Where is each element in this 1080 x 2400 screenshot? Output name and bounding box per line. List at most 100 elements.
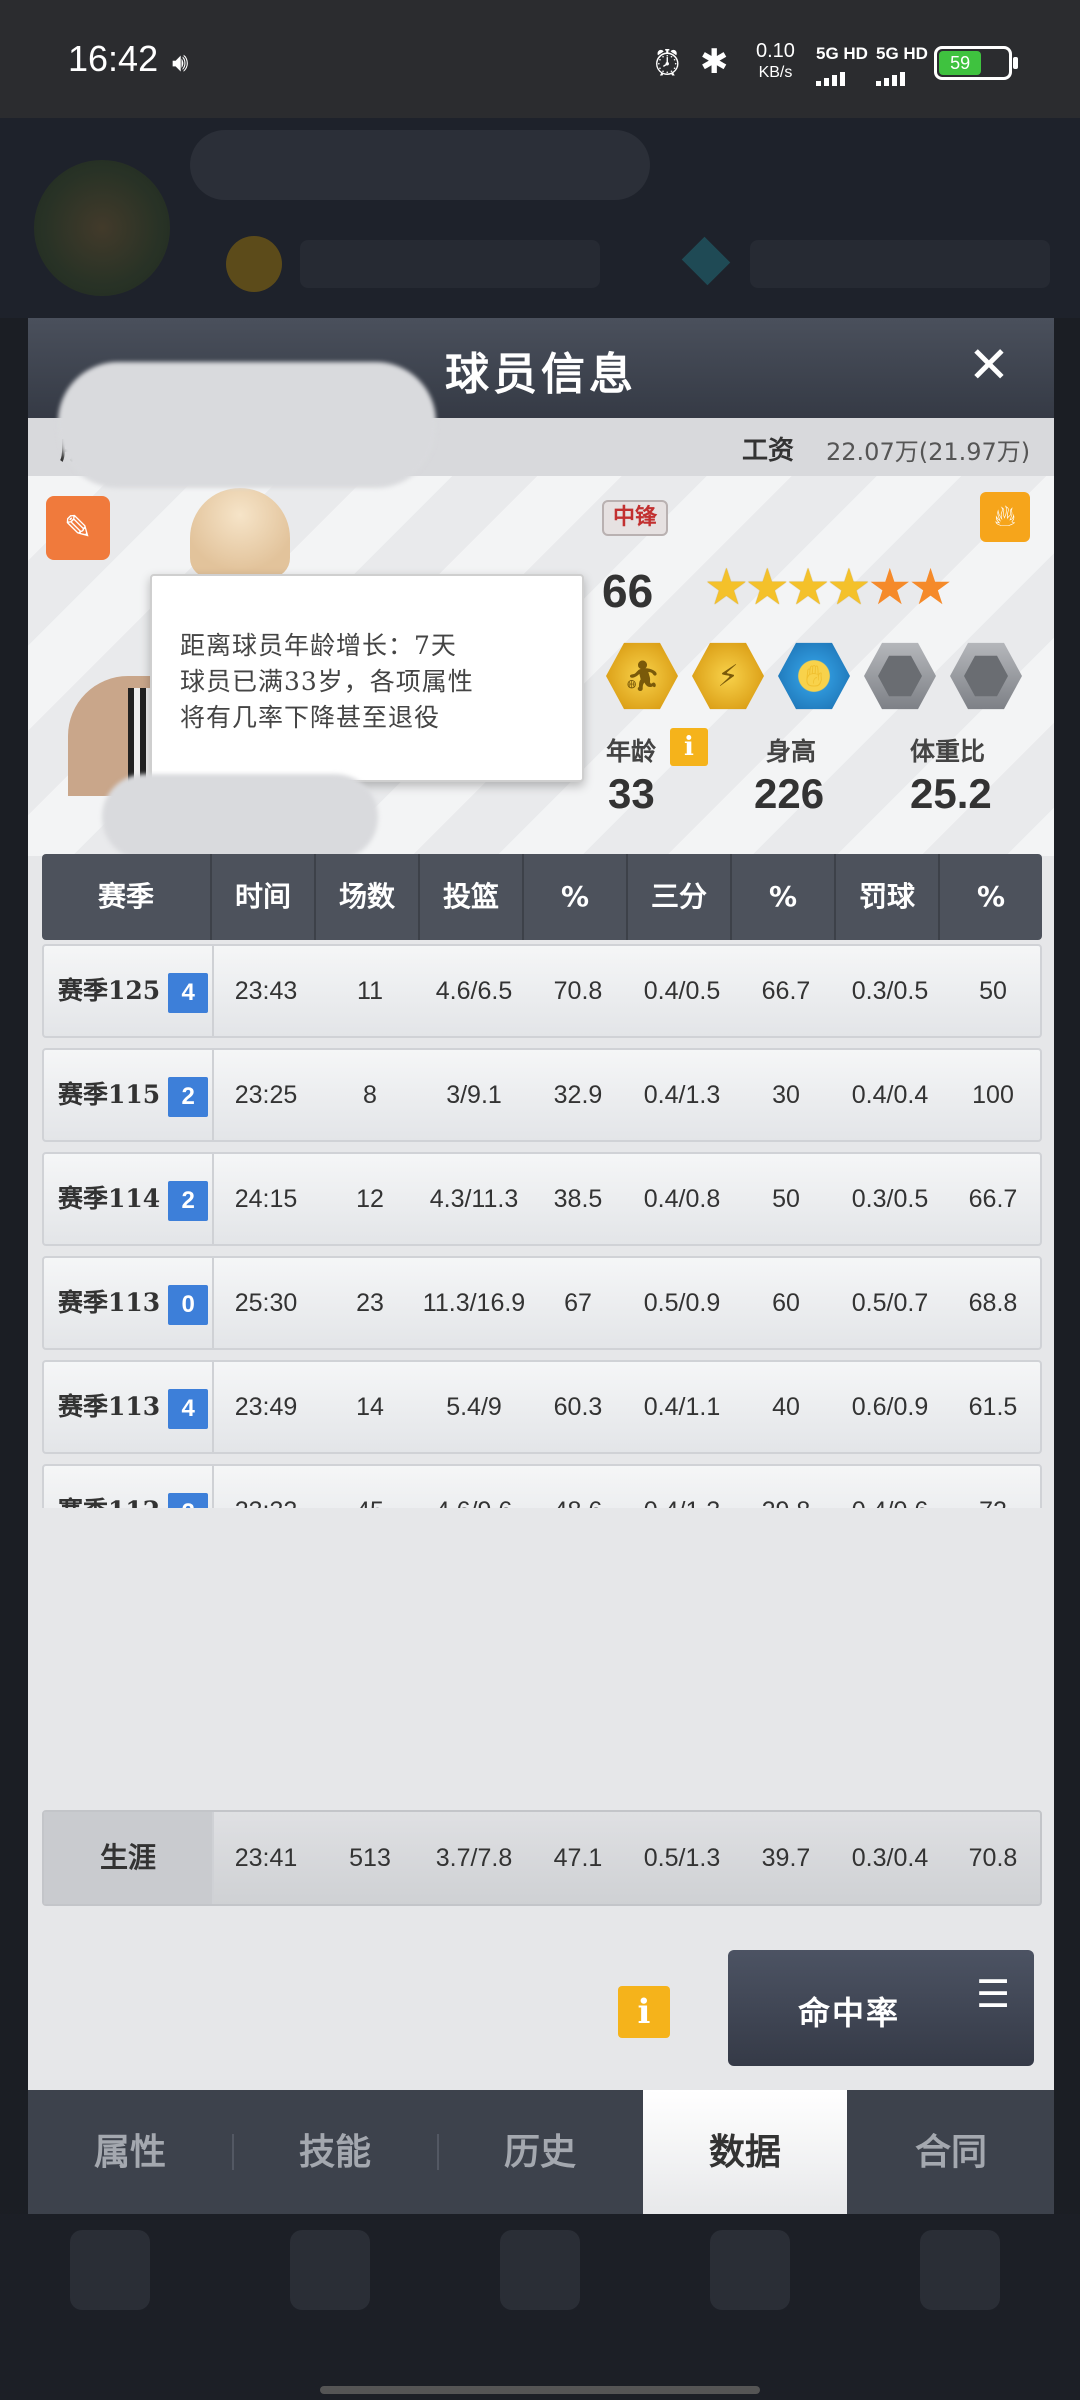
- player-portrait: [190, 488, 290, 578]
- career-fg: 3.7/7.8: [435, 1844, 513, 1872]
- level-badge: 2: [168, 1492, 209, 1508]
- column-header-time[interactable]: 时间: [212, 854, 316, 940]
- career-games: 513: [349, 1844, 391, 1872]
- star-icon: ★: [785, 558, 831, 616]
- nav-icon: [920, 2230, 1000, 2310]
- column-header-three[interactable]: 三分: [628, 854, 732, 940]
- menu-icon: ☰: [976, 1972, 1011, 2016]
- nav-icon: [710, 2230, 790, 2310]
- close-icon[interactable]: ✕: [968, 340, 1010, 390]
- star-half-icon: ★: [867, 558, 912, 616]
- cell-three-pct: 29.8: [734, 1466, 838, 1508]
- star-rating: ★★★★★★: [704, 558, 953, 616]
- salary-label: 工资: [742, 436, 795, 466]
- level-badge: 0: [168, 1284, 209, 1325]
- career-label: 生涯: [44, 1812, 214, 1904]
- career-three: 0.5/1.3: [643, 1844, 721, 1872]
- power-skill-badge-icon[interactable]: ⚡︎: [692, 642, 764, 710]
- team-logo-icon: [34, 160, 170, 296]
- cell-time: 23:32: [214, 1466, 318, 1508]
- tooltip-line: 将有几率下降甚至退役: [180, 703, 441, 732]
- cell-fg-pct: 67: [564, 1289, 592, 1317]
- column-header-fg[interactable]: 投篮: [420, 854, 524, 940]
- cell-three: 0.4/0.8: [643, 1185, 721, 1213]
- star-icon: ★: [826, 558, 871, 616]
- column-header-ft[interactable]: 罚球: [836, 854, 940, 940]
- alarm-icon: ⏰︎: [654, 44, 681, 84]
- star-half-icon: ★: [908, 558, 953, 616]
- cell-ft-pct: 100: [972, 1081, 1014, 1109]
- cell-three-pct: 30: [772, 1081, 800, 1109]
- cell-fg-pct: 60.3: [553, 1393, 603, 1421]
- cell-ft: 0.3/0.5: [851, 977, 929, 1005]
- cell-ft-pct: 68.8: [968, 1289, 1018, 1317]
- season-label: 赛季115: [58, 1080, 161, 1109]
- column-header-three-pct[interactable]: %: [732, 854, 836, 940]
- edit-player-button[interactable]: ✎: [46, 496, 110, 560]
- season-cell: 赛季115 2: [44, 1050, 214, 1140]
- cell-ft: 0.4/0.6: [838, 1466, 942, 1508]
- age-value: 33: [608, 770, 655, 817]
- cell-time: 23:49: [234, 1393, 298, 1421]
- cell-fg: 11.3/16.9: [422, 1289, 526, 1317]
- signal-bars-icon: [816, 66, 868, 86]
- redacted-team-name: [58, 362, 436, 488]
- season-label: 赛季113: [58, 1392, 161, 1421]
- stats-table-body[interactable]: 赛季125 4 23:43 11 4.6/6.5 70.8 0.4/0.5 66.7 0.3/0…: [28, 940, 1054, 1508]
- table-row[interactable]: 赛季113 0 25:30 23 11.3/16.9 67 0.5/0.9 60 0.5/0.7…: [42, 1256, 1042, 1350]
- cell-ft: 0.5/0.7: [851, 1289, 929, 1317]
- level-badge: 2: [168, 1180, 209, 1221]
- column-header-ft-pct[interactable]: %: [940, 854, 1042, 940]
- star-icon: ★: [744, 558, 790, 616]
- season-cell: 赛季113 0: [44, 1258, 214, 1348]
- locked-badge-icon[interactable]: [950, 642, 1022, 710]
- cell-ft: 0.6/0.9: [851, 1393, 929, 1421]
- home-indicator[interactable]: [320, 2386, 760, 2394]
- redacted-name: [190, 130, 650, 200]
- tab-contract[interactable]: 合同: [848, 2090, 1054, 2214]
- tab-attributes[interactable]: 属性: [28, 2090, 232, 2214]
- modal-footer: i 命中率 ☰: [28, 1922, 1054, 2092]
- info-icon[interactable]: i: [618, 1986, 670, 2038]
- age-info-icon[interactable]: i: [670, 728, 708, 766]
- tab-skills[interactable]: 技能: [233, 2090, 437, 2214]
- cell-ft: 0.4/0.4: [851, 1081, 929, 1109]
- tab-history[interactable]: 历史: [438, 2090, 642, 2214]
- tooltip-line: 球员已满33岁，各项属性: [180, 667, 474, 696]
- player-info-modal: 球员信息 ✕ 所属 工资 22.07万(21.97万) ✎ 中锋 🔥︎ 66 ★…: [28, 318, 1054, 2214]
- battery-icon: 59: [934, 46, 1018, 80]
- career-time: 23:41: [234, 1844, 298, 1872]
- network-speed: 0.10 KB/s: [756, 40, 795, 84]
- cell-fg: 5.4/9: [446, 1393, 502, 1421]
- table-row[interactable]: 赛季112 2 23:32454.6/9.648.60.4/1.329.80.4/0…: [42, 1464, 1042, 1508]
- table-row[interactable]: 赛季115 2 23:25 8 3/9.1 32.9 0.4/1.3 30 0.4/0.4 100: [42, 1048, 1042, 1142]
- nav-icon: [290, 2230, 370, 2310]
- sort-by-accuracy-button[interactable]: 命中率 ☰: [728, 1950, 1034, 2066]
- star-icon: ★: [704, 558, 749, 616]
- career-ft: 0.3/0.4: [851, 1844, 929, 1872]
- defense-skill-badge-icon[interactable]: ✋︎: [778, 642, 850, 710]
- cell-ft-pct: 50: [979, 977, 1007, 1005]
- volume-icon: 🔊︎: [172, 48, 189, 78]
- table-row[interactable]: 赛季125 4 23:43 11 4.6/6.5 70.8 0.4/0.5 66.7 0.3/0…: [42, 944, 1042, 1038]
- network-speed-unit: KB/s: [758, 64, 793, 81]
- cell-time: 23:25: [234, 1081, 298, 1109]
- column-header-fg-pct[interactable]: %: [524, 854, 628, 940]
- table-row[interactable]: 赛季114 2 24:15 12 4.3/11.3 38.5 0.4/0.8 50 0.3/0.…: [42, 1152, 1042, 1246]
- table-row[interactable]: 赛季113 4 23:49 14 5.4/9 60.3 0.4/1.1 40 0.6/0.9 61…: [42, 1360, 1042, 1454]
- signal-sim1-label: 5G HD: [816, 44, 868, 63]
- tab-data[interactable]: 数据: [643, 2090, 847, 2214]
- post-skill-badge-icon[interactable]: ⛹︎: [606, 642, 678, 710]
- season-label: 赛季112: [58, 1496, 160, 1508]
- signal-sim2-label: 5G HD: [876, 44, 928, 63]
- column-header-games[interactable]: 场数: [316, 854, 420, 940]
- cell-fg-pct: 48.6: [526, 1466, 630, 1508]
- cell-ft-pct: 72: [942, 1466, 1044, 1508]
- signal-sim2: 5G HD: [876, 44, 928, 86]
- weight-ratio-label: 体重比: [910, 737, 986, 766]
- salary-value: 22.07万(21.97万): [826, 438, 1031, 466]
- locked-badge-icon[interactable]: [864, 642, 936, 710]
- fire-icon[interactable]: 🔥︎: [980, 492, 1030, 542]
- sort-label: 命中率: [798, 1994, 901, 2032]
- column-header-season[interactable]: 赛季: [42, 854, 212, 940]
